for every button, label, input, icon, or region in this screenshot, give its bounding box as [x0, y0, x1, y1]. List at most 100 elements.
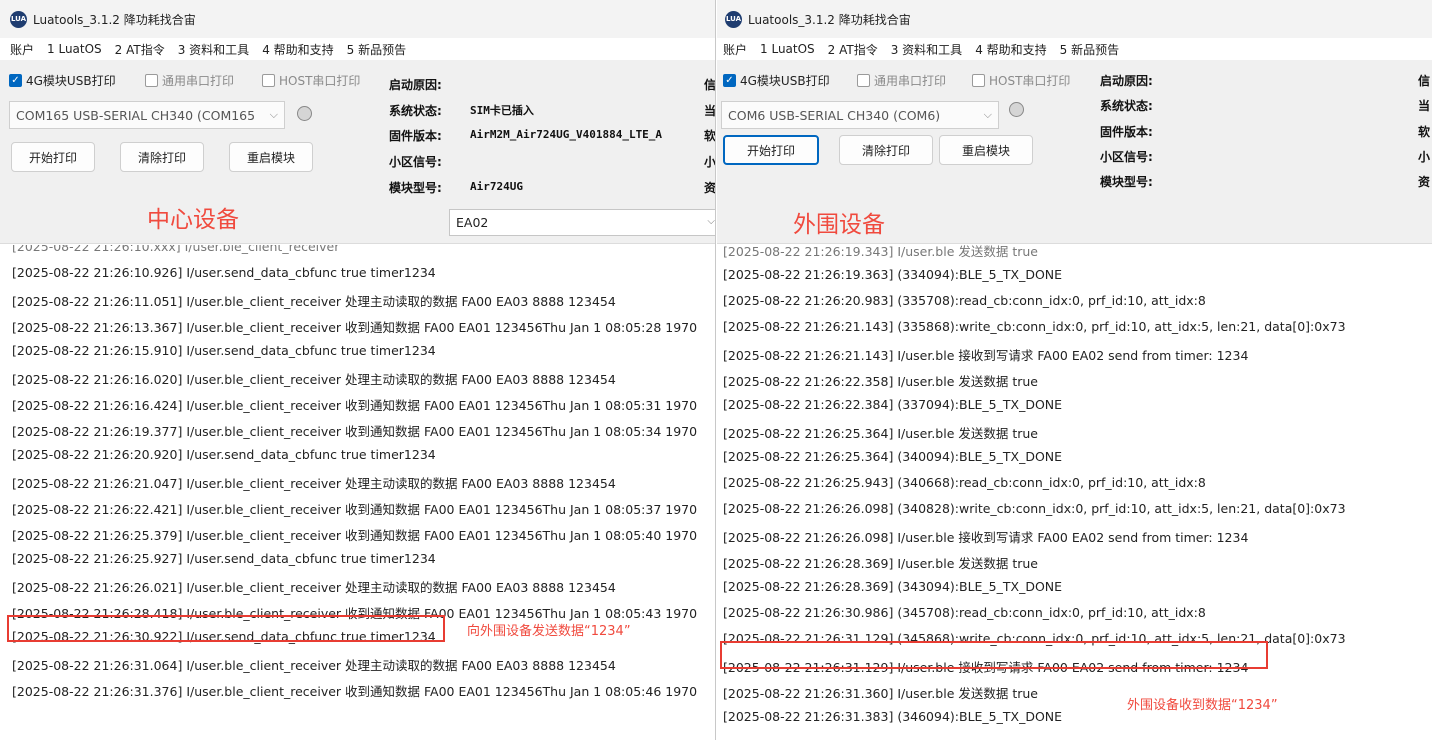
log-line: [2025-08-22 21:26:20.983] (335708):read_…: [723, 293, 1206, 308]
log-line: [2025-08-22 21:26:25.364] I/user.ble 发送数…: [723, 426, 1039, 441]
menu-tools[interactable]: 3 资料和工具: [178, 41, 249, 58]
cut-off-label: 当: [1418, 99, 1431, 113]
firmware-label: 固件版本:: [389, 129, 442, 143]
window-title: Luatools_3.1.2 降功耗找合宙: [33, 12, 196, 27]
log-line: [2025-08-22 21:26:22.384] (337094):BLE_5…: [723, 397, 1063, 412]
window-title: Luatools_3.1.2 降功耗找合宙: [748, 12, 911, 27]
module-model-label: 模块型号:: [1100, 175, 1153, 189]
system-status-value: SIM卡已插入: [470, 104, 534, 117]
menu-help[interactable]: 4 帮助和支持: [262, 41, 333, 58]
log-output[interactable]: [2025-08-22 21:26:10.xxx] I/user.ble_cli…: [0, 245, 715, 740]
right-window: LUA Luatools_3.1.2 降功耗找合宙 账户 1 LuatOS 2 …: [717, 0, 1432, 740]
system-status-label: 系统状态:: [389, 104, 442, 118]
annotation-text: 外围设备收到数据“1234”: [1127, 698, 1278, 713]
log-line: [2025-08-22 21:26:26.098] I/user.ble 接收到…: [723, 530, 1249, 545]
cell-signal-label: 小区信号:: [1100, 150, 1153, 164]
clear-print-button[interactable]: 清除打印: [120, 142, 204, 172]
checkbox-uart-print[interactable]: 通用串口打印: [857, 72, 946, 89]
cell-signal-label: 小区信号:: [389, 155, 442, 169]
log-line: [2025-08-22 21:26:22.358] I/user.ble 发送数…: [723, 374, 1039, 389]
log-line: [2025-08-22 21:26:15.910] I/user.send_da…: [12, 343, 436, 358]
restart-module-button[interactable]: 重启模块: [939, 135, 1033, 165]
cut-off-label: 资: [704, 181, 716, 195]
checkbox-host-print[interactable]: HOST串口打印: [262, 72, 360, 89]
log-line: [2025-08-22 21:26:16.424] I/user.ble_cli…: [12, 398, 698, 413]
status-indicator-icon: [297, 106, 312, 121]
title-bar: LUA Luatools_3.1.2 降功耗找合宙: [0, 0, 715, 38]
log-line: [2025-08-22 21:26:11.051] I/user.ble_cli…: [12, 294, 616, 309]
menu-bar: 账户 1 LuatOS 2 AT指令 3 资料和工具 4 帮助和支持 5 新品预…: [717, 38, 1432, 60]
menu-new[interactable]: 5 新品预告: [1060, 41, 1119, 58]
log-line: [2025-08-22 21:26:28.369] (343094):BLE_5…: [723, 579, 1063, 594]
check-icon: ✓: [9, 74, 22, 87]
restart-module-button[interactable]: 重启模块: [229, 142, 313, 172]
menu-help[interactable]: 4 帮助和支持: [975, 41, 1046, 58]
cut-off-label: 当: [704, 104, 716, 118]
start-print-button[interactable]: 开始打印: [11, 142, 95, 172]
port-select[interactable]: COM165 USB-SERIAL CH340 (COM165 ⌵: [9, 101, 285, 129]
chevron-down-icon: ⌵: [269, 108, 278, 121]
checkbox-host-print[interactable]: HOST串口打印: [972, 72, 1070, 89]
log-line: [2025-08-22 21:26:31.064] I/user.ble_cli…: [12, 658, 616, 673]
module-model-value: Air724UG: [470, 180, 523, 193]
firmware-label: 固件版本:: [1100, 125, 1153, 139]
highlight-box: [720, 641, 1268, 669]
checkbox-usb-print[interactable]: ✓ 4G模块USB打印: [9, 72, 116, 89]
status-indicator-icon: [1009, 102, 1024, 117]
menu-luatos[interactable]: 1 LuatOS: [760, 42, 815, 56]
log-line: [2025-08-22 21:26:22.421] I/user.ble_cli…: [12, 502, 698, 517]
boot-reason-label: 启动原因:: [1100, 74, 1153, 88]
left-window: LUA Luatools_3.1.2 降功耗找合宙 账户 1 LuatOS 2 …: [0, 0, 716, 740]
menu-new[interactable]: 5 新品预告: [347, 41, 406, 58]
log-line: [2025-08-22 21:26:26.098] (340828):write…: [723, 501, 1346, 516]
menu-at[interactable]: 2 AT指令: [828, 41, 878, 58]
title-bar: LUA Luatools_3.1.2 降功耗找合宙: [717, 0, 1432, 38]
menu-at[interactable]: 2 AT指令: [115, 41, 165, 58]
log-line: [2025-08-22 21:26:25.943] (340668):read_…: [723, 475, 1206, 490]
log-line: [2025-08-22 21:26:28.369] I/user.ble 发送数…: [723, 556, 1039, 571]
log-line: [2025-08-22 21:26:21.047] I/user.ble_cli…: [12, 476, 616, 491]
log-line: [2025-08-22 21:26:31.383] (346094):BLE_5…: [723, 709, 1063, 724]
filter-input[interactable]: EA02 ⌵: [449, 209, 715, 236]
device-role-label: 中心设备: [147, 207, 239, 233]
log-line: [2025-08-22 21:26:10.xxx] I/user.ble_cli…: [12, 245, 340, 254]
menu-luatos[interactable]: 1 LuatOS: [47, 42, 102, 56]
log-line: [2025-08-22 21:26:13.367] I/user.ble_cli…: [12, 320, 698, 335]
chevron-down-icon: ⌵: [707, 216, 715, 227]
checkbox-usb-print[interactable]: ✓ 4G模块USB打印: [723, 72, 830, 89]
cut-off-label: 信: [1418, 74, 1431, 88]
clear-print-button[interactable]: 清除打印: [839, 135, 933, 165]
chevron-down-icon: ⌵: [983, 108, 992, 121]
cut-off-label: 软: [704, 129, 716, 143]
luatools-logo-icon: LUA: [725, 10, 742, 28]
control-panel: ✓ 4G模块USB打印 通用串口打印 HOST串口打印 COM6 USB-SERI…: [717, 60, 1432, 244]
log-line: [2025-08-22 21:26:25.364] (340094):BLE_5…: [723, 449, 1063, 464]
annotation-text: 向外围设备发送数据“1234”: [467, 624, 631, 639]
cut-off-label: 信: [704, 78, 716, 92]
menu-account[interactable]: 账户: [10, 41, 34, 58]
system-status-label: 系统状态:: [1100, 99, 1153, 113]
menu-account[interactable]: 账户: [723, 41, 747, 58]
luatools-logo-icon: LUA: [10, 10, 27, 28]
log-line: [2025-08-22 21:26:31.360] I/user.ble 发送数…: [723, 686, 1039, 701]
firmware-value: AirM2M_Air724UG_V401884_LTE_A: [470, 128, 663, 141]
log-line: [2025-08-22 21:26:21.143] I/user.ble 接收到…: [723, 348, 1249, 363]
cut-off-label: 小: [704, 155, 716, 169]
start-print-button[interactable]: 开始打印: [723, 135, 819, 165]
log-line: [2025-08-22 21:26:31.376] I/user.ble_cli…: [12, 684, 698, 699]
log-line: [2025-08-22 21:26:10.926] I/user.send_da…: [12, 265, 436, 280]
log-line: [2025-08-22 21:26:19.363] (334094):BLE_5…: [723, 267, 1063, 282]
port-select[interactable]: COM6 USB-SERIAL CH340 (COM6) ⌵: [721, 101, 999, 129]
device-role-label: 外围设备: [793, 212, 885, 238]
menu-tools[interactable]: 3 资料和工具: [891, 41, 962, 58]
check-icon: ✓: [723, 74, 736, 87]
boot-reason-label: 启动原因:: [389, 78, 442, 92]
log-line: [2025-08-22 21:26:26.021] I/user.ble_cli…: [12, 580, 616, 595]
log-line: [2025-08-22 21:26:25.379] I/user.ble_cli…: [12, 528, 698, 543]
menu-bar: 账户 1 LuatOS 2 AT指令 3 资料和工具 4 帮助和支持 5 新品预…: [0, 38, 715, 60]
cut-off-label: 软: [1418, 125, 1431, 139]
log-line: [2025-08-22 21:26:20.920] I/user.send_da…: [12, 447, 436, 462]
cut-off-label: 资: [1418, 175, 1431, 189]
checkbox-uart-print[interactable]: 通用串口打印: [145, 72, 234, 89]
log-line: [2025-08-22 21:26:30.986] (345708):read_…: [723, 605, 1206, 620]
